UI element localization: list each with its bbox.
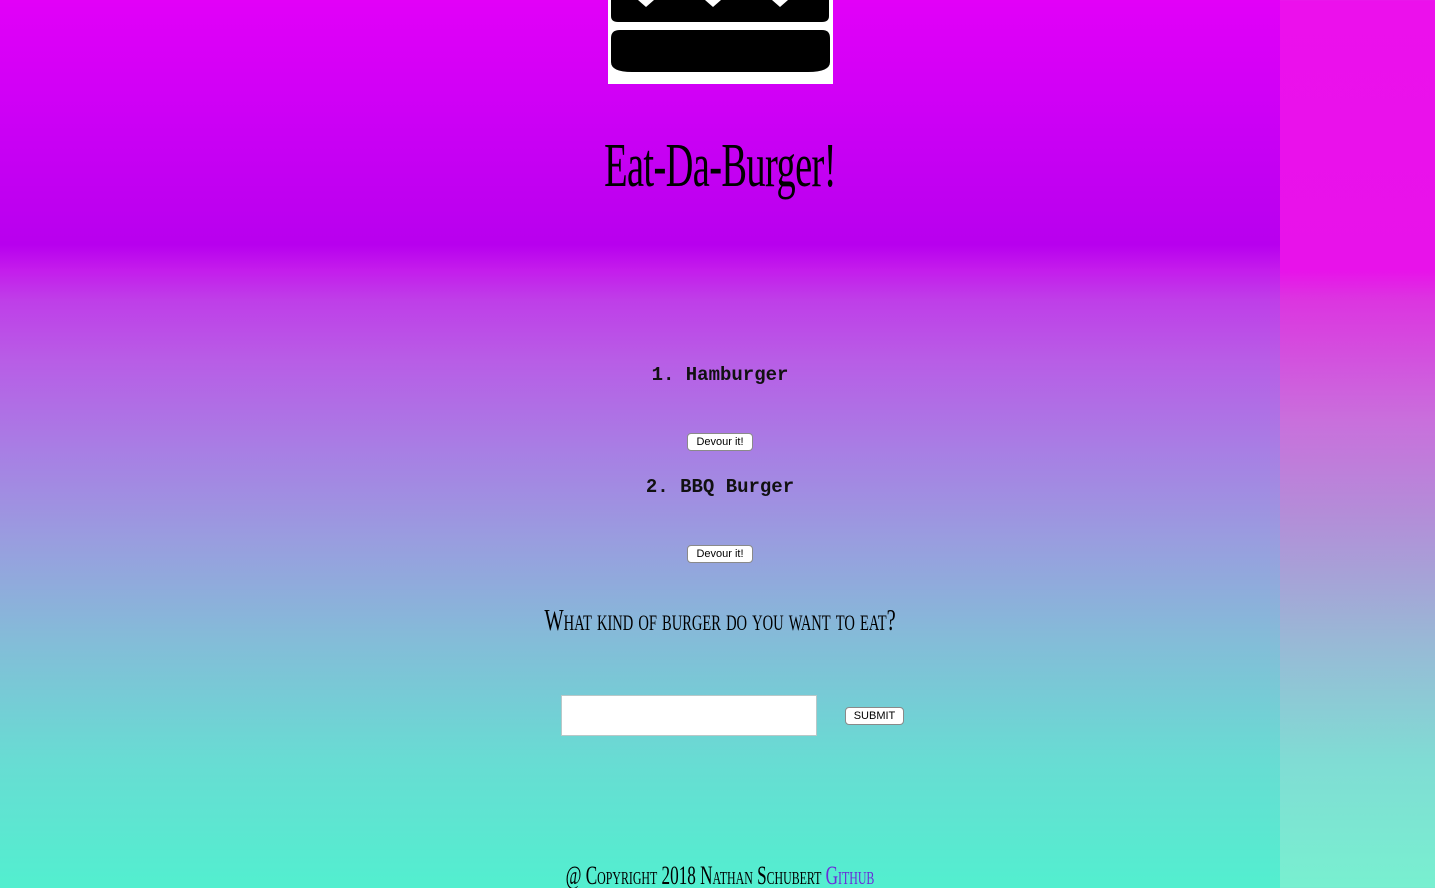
page-title: Eat-Da-Burger! [604,132,836,200]
devour-button-bbq-burger[interactable]: Devour it! [687,545,753,563]
devour-button-hamburger[interactable]: Devour it! [687,433,753,451]
copyright-text: @ Copyright 2018 Nathan Schubert [565,861,822,888]
burger-name-input[interactable] [561,695,817,736]
burger-question-heading: What kind of burger do you want to eat? [544,602,896,637]
burger-item-bbq-burger: 2. BBQ Burger [645,476,795,498]
burger-logo-icon [608,0,833,84]
main-container: Eat-Da-Burger! 1. Hamburger Devour it! 2… [0,0,1280,888]
submit-button[interactable]: SUBMIT [845,707,904,725]
burger-item-hamburger: 1. Hamburger [651,364,789,386]
github-link[interactable]: Github [826,861,875,888]
burger-icon [611,0,830,72]
footer: @ Copyright 2018 Nathan Schubert Github [245,856,1195,888]
